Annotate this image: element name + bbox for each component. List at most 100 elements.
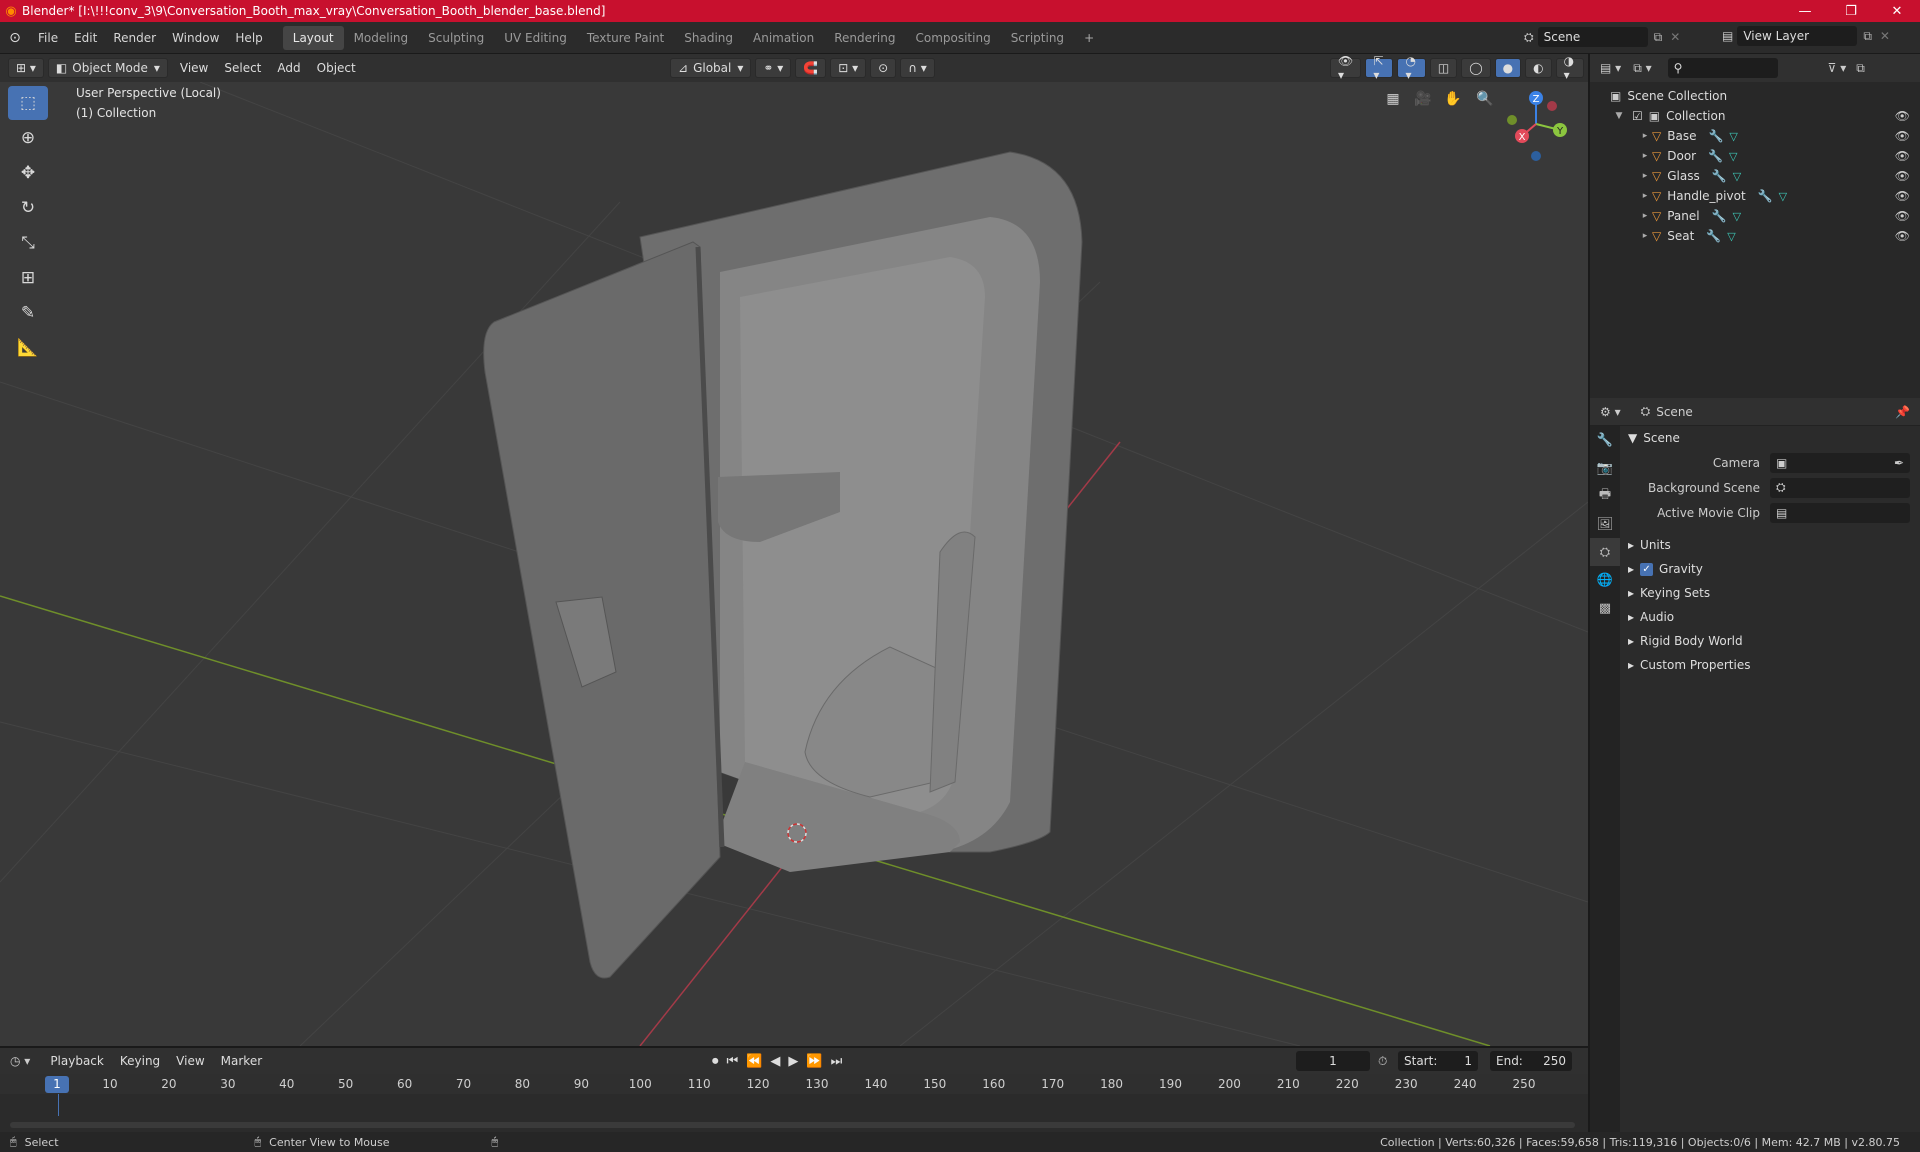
modifier-icon[interactable]: 🔧 bbox=[1706, 229, 1721, 243]
eye-icon[interactable]: 👁 bbox=[1895, 109, 1910, 123]
filter-icon[interactable]: ⊽ ▾ bbox=[1828, 61, 1847, 75]
outliner-scene-collection[interactable]: ▣ Scene Collection bbox=[1590, 86, 1920, 106]
playhead-frame[interactable]: 1 bbox=[45, 1076, 69, 1093]
scene-name-field[interactable]: Scene bbox=[1537, 27, 1648, 47]
prev-keyframe-icon[interactable]: ⏪ bbox=[746, 1054, 762, 1069]
restore-icon[interactable]: ❐ bbox=[1828, 0, 1874, 22]
menu-file[interactable]: File bbox=[30, 31, 66, 45]
timeline-scrollbar[interactable] bbox=[10, 1122, 1575, 1128]
minimize-icon[interactable]: — bbox=[1782, 0, 1828, 22]
jump-start-icon[interactable]: ⏮ bbox=[727, 1054, 739, 1069]
outliner-item-glass[interactable]: ▸ ▽ Glass 🔧 ▽ 👁 bbox=[1590, 166, 1920, 186]
overlay-toggle-icon[interactable]: ◔ ▾ bbox=[1397, 54, 1426, 82]
mesh-data-icon[interactable]: ▽ bbox=[1727, 230, 1735, 243]
outliner-item-handle-pivot[interactable]: ▸ ▽ Handle_pivot 🔧 ▽ 👁 bbox=[1590, 186, 1920, 206]
mesh-data-icon[interactable]: ▽ bbox=[1733, 170, 1741, 183]
custom-properties-section[interactable]: ▸ Custom Properties bbox=[1620, 653, 1920, 677]
modifier-icon[interactable]: 🔧 bbox=[1708, 149, 1723, 163]
play-icon[interactable]: ▶ bbox=[788, 1054, 798, 1069]
display-mode-icon[interactable]: ⧉ ▾ bbox=[1633, 61, 1651, 76]
tab-sculpting[interactable]: Sculpting bbox=[418, 26, 494, 50]
menu-add[interactable]: Add bbox=[269, 61, 308, 75]
background-scene-field[interactable]: ⛭ bbox=[1770, 477, 1910, 498]
render-tab-icon[interactable]: 📷 bbox=[1590, 454, 1620, 482]
menu-edit[interactable]: Edit bbox=[66, 31, 105, 45]
tab-animation[interactable]: Animation bbox=[743, 26, 824, 50]
menu-object[interactable]: Object bbox=[309, 61, 364, 75]
eye-icon[interactable]: 👁 bbox=[1895, 229, 1910, 243]
rigid-body-world-section[interactable]: ▸ Rigid Body World bbox=[1620, 629, 1920, 653]
keying-sets-section[interactable]: ▸ Keying Sets bbox=[1620, 581, 1920, 605]
new-collection-icon[interactable]: ⧉ bbox=[1856, 61, 1865, 76]
modifier-icon[interactable]: 🔧 bbox=[1758, 189, 1773, 203]
visibility-button[interactable]: 👁 ▾ bbox=[1330, 54, 1362, 82]
expand-icon[interactable]: ▸ bbox=[1638, 131, 1652, 141]
outliner-item-base[interactable]: ▸ ▽ Base 🔧 ▽ 👁 bbox=[1590, 126, 1920, 146]
units-section[interactable]: ▸ Units bbox=[1620, 533, 1920, 557]
stopwatch-icon[interactable]: ⏱ bbox=[1378, 1054, 1387, 1069]
menu-window[interactable]: Window bbox=[164, 31, 227, 45]
record-icon[interactable]: ⏺ bbox=[712, 1054, 719, 1069]
tool-tab-icon[interactable]: 🔧 bbox=[1590, 426, 1620, 454]
eye-icon[interactable]: 👁 bbox=[1895, 129, 1910, 143]
scale-tool-icon[interactable]: ⤡ bbox=[8, 226, 48, 260]
gizmo-toggle-icon[interactable]: ⇱ ▾ bbox=[1365, 54, 1394, 82]
delete-scene-icon[interactable]: ✕ bbox=[1670, 30, 1680, 44]
orientation-dropdown[interactable]: ⊿ Global ▾ bbox=[670, 58, 752, 78]
modifier-icon[interactable]: 🔧 bbox=[1712, 169, 1727, 183]
outliner-collection[interactable]: ▼ ☑ ▣ Collection 👁 bbox=[1590, 106, 1920, 126]
expand-icon[interactable]: ▸ bbox=[1638, 211, 1652, 221]
tab-modeling[interactable]: Modeling bbox=[344, 26, 419, 50]
camera-view-icon[interactable]: 🎥 bbox=[1410, 86, 1436, 112]
modifier-icon[interactable]: 🔧 bbox=[1712, 209, 1727, 223]
eye-icon[interactable]: 👁 bbox=[1895, 169, 1910, 183]
start-frame-field[interactable]: Start: 1 bbox=[1398, 1051, 1478, 1071]
texture-tab-icon[interactable]: ▩ bbox=[1590, 594, 1620, 622]
camera-field[interactable]: ▣ ✒ bbox=[1770, 452, 1910, 473]
audio-section[interactable]: ▸ Audio bbox=[1620, 605, 1920, 629]
solid-shading-icon[interactable]: ● bbox=[1494, 58, 1522, 78]
menu-help[interactable]: Help bbox=[227, 31, 270, 45]
end-frame-field[interactable]: End: 250 bbox=[1490, 1051, 1572, 1071]
view-layer-selector[interactable]: ▤ View Layer ⧉ ✕ bbox=[1722, 26, 1890, 46]
gravity-checkbox[interactable]: ✓ bbox=[1640, 562, 1654, 576]
snap-target-button[interactable]: ⊡ ▾ bbox=[830, 58, 867, 78]
menu-playback[interactable]: Playback bbox=[42, 1054, 112, 1068]
menu-keying[interactable]: Keying bbox=[112, 1054, 168, 1068]
movie-clip-field[interactable]: ▤ bbox=[1770, 502, 1910, 523]
play-reverse-icon[interactable]: ◀ bbox=[770, 1054, 780, 1069]
tab-texture-paint[interactable]: Texture Paint bbox=[577, 26, 674, 50]
eye-icon[interactable]: 👁 bbox=[1895, 209, 1910, 223]
material-shading-icon[interactable]: ◐ bbox=[1525, 58, 1552, 78]
tab-layout[interactable]: Layout bbox=[282, 25, 344, 50]
xray-toggle-icon[interactable]: ◫ bbox=[1429, 58, 1458, 78]
rotate-tool-icon[interactable]: ↻ bbox=[8, 191, 48, 225]
navigation-gizmo[interactable]: Z Y X bbox=[1498, 84, 1578, 164]
gravity-section[interactable]: ▸ ✓ Gravity bbox=[1620, 557, 1920, 581]
outliner-search-input[interactable]: ⚲ bbox=[1667, 58, 1778, 78]
mesh-data-icon[interactable]: ▽ bbox=[1779, 190, 1787, 203]
rendered-shading-icon[interactable]: ◑ ▾ bbox=[1555, 54, 1584, 82]
expand-icon[interactable]: ▸ bbox=[1638, 171, 1652, 181]
tab-compositing[interactable]: Compositing bbox=[905, 26, 1000, 50]
menu-render[interactable]: Render bbox=[105, 31, 164, 45]
modifier-icon[interactable]: 🔧 bbox=[1708, 129, 1723, 143]
delete-view-layer-icon[interactable]: ✕ bbox=[1880, 29, 1890, 43]
eye-icon[interactable]: 👁 bbox=[1895, 149, 1910, 163]
move-tool-icon[interactable]: ✥ bbox=[8, 156, 48, 190]
pin-icon[interactable]: 📌 bbox=[1895, 405, 1910, 419]
expand-icon[interactable]: ▸ bbox=[1638, 231, 1652, 241]
toggle-grid-icon[interactable]: ▦ bbox=[1380, 86, 1406, 112]
outliner-item-panel[interactable]: ▸ ▽ Panel 🔧 ▽ 👁 bbox=[1590, 206, 1920, 226]
eye-icon[interactable]: 👁 bbox=[1895, 189, 1910, 203]
mode-dropdown[interactable]: ◧ Object Mode ▾ bbox=[47, 58, 168, 78]
booth-model[interactable] bbox=[483, 151, 1083, 979]
editor-type-button[interactable]: ⊞ ▾ bbox=[8, 58, 44, 78]
menu-view[interactable]: View bbox=[172, 61, 216, 75]
frame-ruler[interactable]: 1 11020304050607080901001101201301401501… bbox=[0, 1074, 1588, 1094]
zoom-view-icon[interactable]: 🔍 bbox=[1472, 86, 1498, 112]
scene-tab-icon[interactable]: ⛭ bbox=[1590, 538, 1620, 566]
collection-checkbox[interactable]: ☑ bbox=[1632, 109, 1643, 123]
outliner-item-seat[interactable]: ▸ ▽ Seat 🔧 ▽ 👁 bbox=[1590, 226, 1920, 246]
wireframe-shading-icon[interactable]: ◯ bbox=[1461, 58, 1491, 78]
